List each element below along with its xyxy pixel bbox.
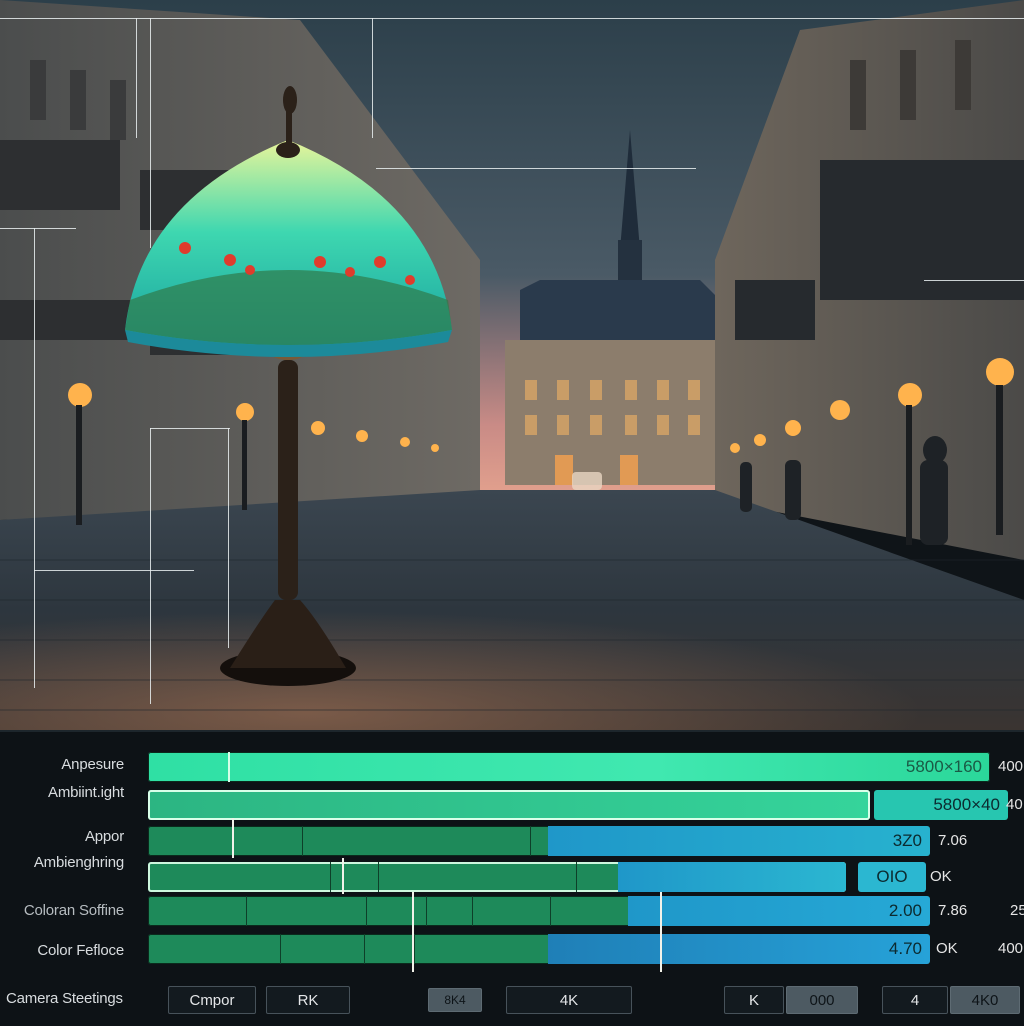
guide-line <box>0 228 76 229</box>
8k-button[interactable]: 8K4 <box>428 988 482 1012</box>
camera-viewport <box>0 0 1024 730</box>
guide-line <box>228 428 229 648</box>
slider-track[interactable] <box>148 826 930 856</box>
guide-line <box>0 18 1024 19</box>
side-value: 25 <box>1010 902 1024 919</box>
value-readout: 5800×40 <box>874 790 1008 820</box>
slider-handle[interactable] <box>232 818 234 858</box>
camera-settings-panel: Anpesure 5800×160 400 Ambiint.ight 5800×… <box>0 730 1024 1026</box>
row-label: Ambienghring <box>33 854 124 871</box>
slider-track[interactable] <box>148 790 870 820</box>
slider-track[interactable] <box>148 934 930 964</box>
guide-line <box>376 168 696 169</box>
000-button[interactable]: 000 <box>786 986 858 1014</box>
4k0-button[interactable]: 4K0 <box>950 986 1020 1014</box>
guide-line <box>34 570 194 571</box>
k-button[interactable]: K <box>724 986 784 1014</box>
row-label: Ambiint.ight <box>48 784 124 801</box>
footer-label: Camera Steetings <box>6 990 123 1007</box>
value-readout: 4.70 <box>888 939 922 958</box>
side-value: 7.06 <box>938 832 968 849</box>
slider-track[interactable] <box>148 862 846 892</box>
value-readout: 3Z0 <box>892 831 922 850</box>
guide-line <box>34 228 35 688</box>
side-value: 400 <box>998 940 1024 957</box>
slider-handle[interactable] <box>660 892 662 972</box>
slider-handle[interactable] <box>342 858 344 894</box>
slider-fill <box>618 862 846 892</box>
side-value: 7.86 <box>938 902 968 919</box>
rk-button[interactable]: RK <box>266 986 350 1014</box>
guide-line <box>150 428 151 704</box>
street-scene-image <box>0 0 1024 730</box>
guide-line <box>924 280 1024 281</box>
side-value: OK <box>936 940 958 957</box>
4-button[interactable]: 4 <box>882 986 948 1014</box>
slider-handle[interactable] <box>228 752 230 782</box>
guide-line <box>150 18 151 248</box>
value-readout: 2.00 <box>888 901 922 920</box>
row-label: Appor <box>84 828 124 845</box>
row-label: Coloran Soffine <box>23 902 124 919</box>
slider-track[interactable] <box>148 752 990 782</box>
4k-button[interactable]: 4K <box>506 986 632 1014</box>
guide-line <box>372 18 373 138</box>
side-value: 40 <box>1006 796 1023 813</box>
value-readout: OIO <box>858 862 926 892</box>
compare-button[interactable]: Cmpor <box>168 986 256 1014</box>
row-label: Color Fefloce <box>37 942 124 959</box>
side-value: 400 <box>998 758 1024 775</box>
slider-track[interactable] <box>148 896 930 926</box>
side-value: OK <box>930 868 952 885</box>
row-label: Anpesure <box>61 756 124 773</box>
slider-handle[interactable] <box>412 892 414 972</box>
guide-line <box>150 428 230 429</box>
guide-line <box>136 18 137 138</box>
value-readout: 5800×160 <box>905 757 982 776</box>
